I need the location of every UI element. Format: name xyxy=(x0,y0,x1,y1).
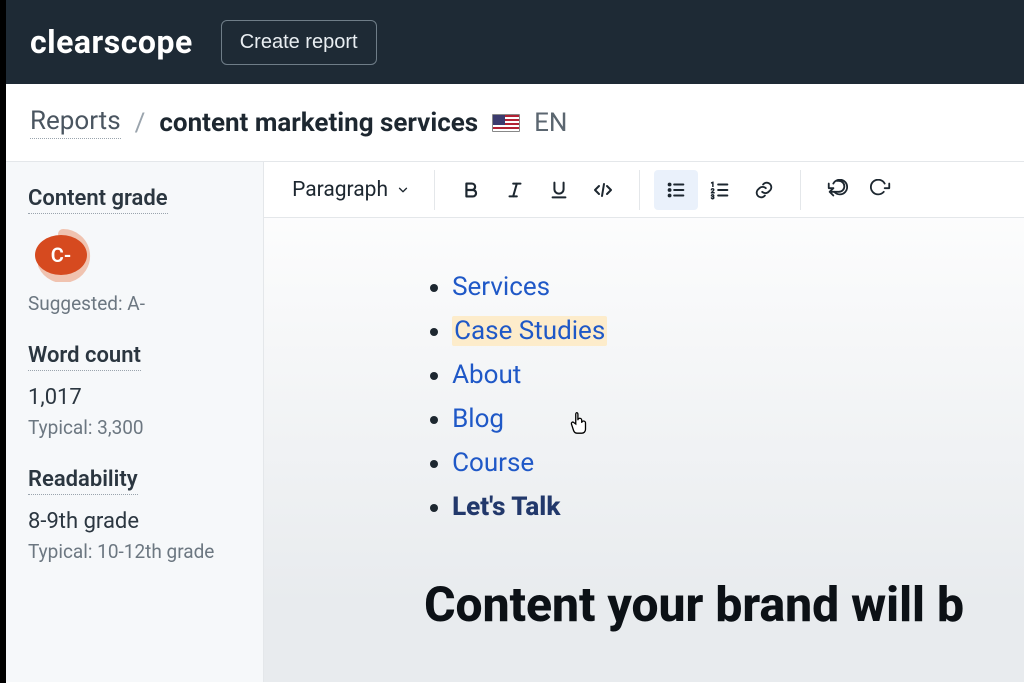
svg-text:3: 3 xyxy=(711,193,715,201)
list-item: Course xyxy=(452,448,964,478)
undo-button[interactable] xyxy=(815,170,859,210)
main-area: Content grade C- Suggested: A- Word coun… xyxy=(6,161,1024,682)
grade-suggested: Suggested: A- xyxy=(28,292,241,315)
list-item: About xyxy=(452,360,964,390)
code-icon xyxy=(591,178,615,202)
logo: clearscope xyxy=(30,23,193,61)
nav-list: Services Case Studies About Blog Course … xyxy=(424,272,964,522)
breadcrumb-reports-link[interactable]: Reports xyxy=(30,106,121,139)
paragraph-dropdown[interactable]: Paragraph xyxy=(282,172,420,208)
link-button[interactable] xyxy=(742,170,786,210)
list-item: Blog xyxy=(452,404,964,434)
italic-icon xyxy=(504,179,526,201)
readability-typical: Typical: 10-12th grade xyxy=(28,540,241,563)
grade-arc-icon: C- xyxy=(28,228,98,282)
link-icon xyxy=(753,179,775,201)
toolbar-divider xyxy=(800,170,801,210)
breadcrumb-separator: / xyxy=(135,108,146,138)
lets-talk-link[interactable]: Let's Talk xyxy=(452,492,560,522)
about-link[interactable]: About xyxy=(452,360,521,390)
list-item: Services xyxy=(452,272,964,302)
editor-column: Paragraph 123 xyxy=(264,162,1024,682)
bold-icon xyxy=(460,179,482,201)
highlighted-text: Case Studies xyxy=(452,316,607,346)
list-item: Case Studies xyxy=(452,316,964,346)
readability-value: 8-9th grade xyxy=(28,509,241,534)
create-report-button[interactable]: Create report xyxy=(221,20,377,65)
metrics-sidebar: Content grade C- Suggested: A- Word coun… xyxy=(6,162,264,682)
language-label: EN xyxy=(534,108,567,138)
underline-icon xyxy=(548,179,570,201)
bullet-list-button[interactable] xyxy=(654,170,698,210)
editor-content[interactable]: Services Case Studies About Blog Course … xyxy=(264,218,1024,633)
word-count-label: Word count xyxy=(28,343,141,371)
course-link[interactable]: Course xyxy=(452,448,534,478)
bold-button[interactable] xyxy=(449,170,493,210)
ordered-list-button[interactable]: 123 xyxy=(698,170,742,210)
us-flag-icon xyxy=(492,114,520,132)
word-count-typical: Typical: 3,300 xyxy=(28,416,241,439)
content-grade-label: Content grade xyxy=(28,186,168,214)
toolbar-divider xyxy=(434,170,435,210)
breadcrumb: Reports / content marketing services EN xyxy=(6,84,1024,161)
grade-value: C- xyxy=(51,243,71,267)
chevron-down-icon xyxy=(396,183,410,197)
ordered-list-icon: 123 xyxy=(709,179,731,201)
services-link[interactable]: Services xyxy=(452,272,550,302)
editor-toolbar: Paragraph 123 xyxy=(264,162,1024,218)
grade-badge-wrap: C- xyxy=(28,228,241,282)
redo-icon xyxy=(870,179,892,201)
readability-label: Readability xyxy=(28,467,138,495)
toolbar-divider xyxy=(639,170,640,210)
breadcrumb-title: content marketing services xyxy=(159,108,478,138)
app-frame: clearscope Create report Reports / conte… xyxy=(6,0,1024,683)
code-button[interactable] xyxy=(581,170,625,210)
bullet-list-icon xyxy=(665,179,687,201)
italic-button[interactable] xyxy=(493,170,537,210)
undo-icon xyxy=(826,179,848,201)
underline-button[interactable] xyxy=(537,170,581,210)
word-count-value: 1,017 xyxy=(28,385,241,410)
content-heading: Content your brand will b xyxy=(424,576,964,633)
redo-button[interactable] xyxy=(859,170,903,210)
paragraph-label: Paragraph xyxy=(292,178,388,202)
top-bar: clearscope Create report xyxy=(6,0,1024,84)
blog-link[interactable]: Blog xyxy=(452,404,504,434)
list-item: Let's Talk xyxy=(452,492,964,522)
case-studies-link[interactable]: Case Studies xyxy=(452,316,607,346)
